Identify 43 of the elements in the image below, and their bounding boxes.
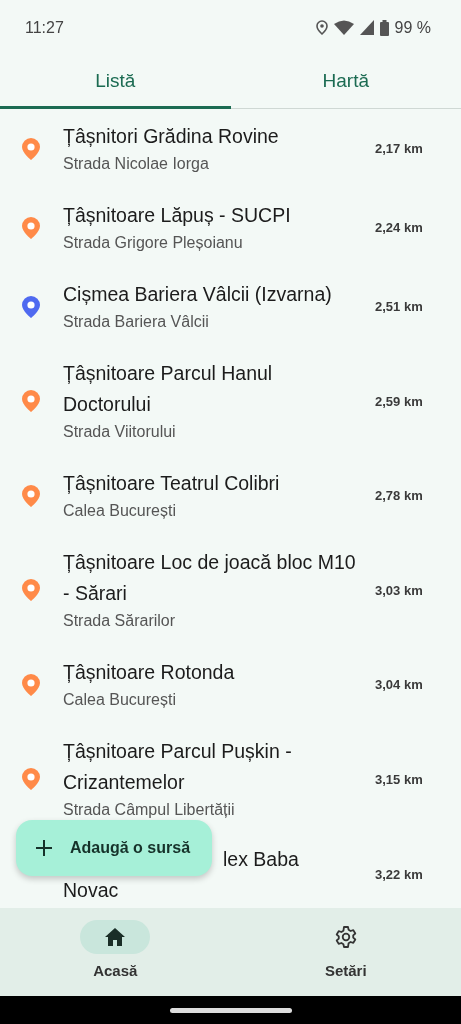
place-name[interactable]: lex Baba — [223, 848, 299, 870]
street-name: Strada Sărarilor — [63, 611, 176, 631]
nav-label: Acasă — [93, 962, 138, 979]
plus-icon — [36, 840, 52, 856]
street-name: Strada Nicolae Iorga — [63, 154, 209, 174]
nav-item[interactable]: Acasă — [0, 908, 231, 996]
distance: 2,78 km — [375, 488, 423, 503]
location-icon — [315, 20, 328, 35]
tab[interactable]: Listă — [0, 55, 231, 109]
street-name: Calea București — [63, 690, 176, 710]
place-name[interactable]: Cișmea Bariera Vâlcii (Izvarna) — [63, 279, 332, 310]
signal-icon — [359, 20, 374, 35]
distance: 2,24 km — [375, 220, 423, 235]
place-name[interactable]: Novac — [63, 880, 119, 900]
battery-level: 99 % — [394, 18, 431, 37]
street-name: Strada Viitorului — [63, 422, 176, 442]
distance: 3,22 km — [375, 866, 423, 882]
add-source-button[interactable]: Adaugă o sursă — [16, 820, 213, 876]
wifi-icon — [333, 20, 354, 35]
settings-icon — [333, 925, 358, 949]
home-icon — [104, 927, 127, 947]
nav-item[interactable]: Setări — [230, 908, 461, 996]
distance: 3,03 km — [375, 582, 423, 598]
place-name[interactable]: Țâșnitoare Lăpuș - SUCPI — [63, 200, 291, 231]
street-name: Calea București — [63, 501, 176, 521]
distance: 2,51 km — [375, 299, 423, 314]
place-name[interactable]: Țâșnitoare Parcul Pușkin - Crizantemelor — [63, 736, 363, 798]
nav-label: Setări — [324, 962, 367, 979]
place-name[interactable]: Țâșnitoare Parcul Hanul Doctorului — [63, 358, 363, 420]
clock: 11:27 — [25, 18, 64, 37]
tab[interactable]: Hartă — [230, 55, 461, 109]
place-name[interactable]: Țâșnitoare Loc de joacă bloc M10 - Sărari — [63, 547, 363, 609]
place-name[interactable]: Țâșnitoare Rotonda — [63, 657, 235, 688]
place-name[interactable]: Țâșnitoare Teatrul Colibri — [63, 468, 280, 499]
distance: 3,04 km — [375, 677, 423, 692]
street-name: Strada Bariera Vâlcii — [63, 312, 209, 332]
place-name[interactable]: Țâșnitori Grădina Rovine — [63, 121, 279, 152]
distance: 2,17 km — [375, 141, 423, 156]
street-name: Strada Grigore Pleșoianu — [63, 233, 243, 253]
distance: 2,59 km — [375, 393, 423, 409]
street-name: Strada Câmpul Libertății — [63, 800, 235, 820]
battery-icon — [379, 19, 389, 36]
distance: 3,15 km — [375, 771, 423, 787]
